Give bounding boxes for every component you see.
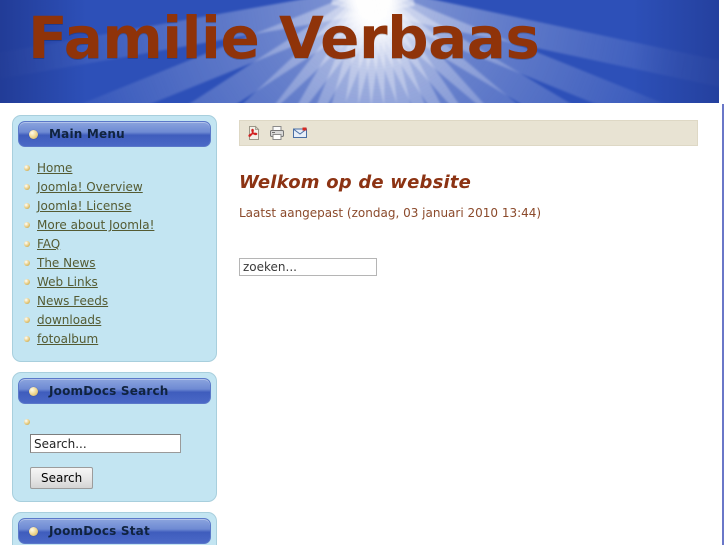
sidebar-item-joomla-license[interactable]: Joomla! License (37, 197, 131, 215)
bullet-icon (24, 317, 30, 323)
list-item[interactable]: Web Links (24, 273, 205, 291)
joomdocs-search-button[interactable]: Search (30, 467, 94, 489)
bullet-icon (24, 184, 30, 190)
bullet-icon (29, 526, 38, 536)
article-toolbar (239, 120, 698, 146)
sidebar: Main Menu Home Joomla! Overview Joomla! … (12, 115, 217, 545)
module-header-joomdocs-search: JoomDocs Search (18, 378, 211, 404)
site-banner: Familie Verbaas (0, 0, 719, 103)
bullet-icon (24, 203, 30, 209)
pdf-icon[interactable] (246, 125, 262, 141)
sidebar-item-home[interactable]: Home (37, 159, 72, 177)
module-joomdocs-stat: JoomDocs Stat (12, 512, 217, 545)
bullet-icon (24, 165, 30, 171)
module-joomdocs-search: JoomDocs Search Search (12, 372, 217, 502)
content-search-input[interactable] (239, 258, 377, 276)
list-item[interactable]: News Feeds (24, 292, 205, 310)
module-body-joomdocs-search: Search (18, 404, 211, 489)
list-item[interactable]: downloads (24, 311, 205, 329)
search-bullet-row (24, 414, 205, 428)
bullet-icon (29, 129, 38, 139)
list-item[interactable]: FAQ (24, 235, 205, 253)
sidebar-item-joomla-overview[interactable]: Joomla! Overview (37, 178, 143, 196)
sidebar-item-fotoalbum[interactable]: fotoalbum (37, 330, 98, 348)
article-last-modified: Laatst aangepast (zondag, 03 januari 201… (239, 206, 542, 220)
bullet-icon (24, 419, 30, 425)
joomdocs-search-input[interactable] (30, 434, 181, 453)
bullet-icon (24, 279, 30, 285)
bullet-icon (24, 298, 30, 304)
module-header-joomdocs-stat: JoomDocs Stat (18, 518, 211, 544)
main-content: Welkom op de website Laatst aangepast (z… (239, 120, 698, 276)
list-item[interactable]: Home (24, 159, 205, 177)
sidebar-item-the-news[interactable]: The News (37, 254, 96, 272)
print-icon[interactable] (269, 125, 285, 141)
bullet-icon (24, 222, 30, 228)
sidebar-item-news-feeds[interactable]: News Feeds (37, 292, 108, 310)
module-title: JoomDocs Stat (49, 524, 150, 538)
page-title: Welkom op de website (239, 172, 472, 193)
list-item[interactable]: fotoalbum (24, 330, 205, 348)
sidebar-item-web-links[interactable]: Web Links (37, 273, 98, 291)
module-title: Main Menu (49, 127, 125, 141)
article: Welkom op de website Laatst aangepast (z… (239, 172, 698, 276)
site-title: Familie Verbaas (28, 4, 540, 72)
bullet-icon (24, 336, 30, 342)
module-title: JoomDocs Search (49, 384, 169, 398)
bullet-icon (24, 260, 30, 266)
main-menu-list: Home Joomla! Overview Joomla! License Mo… (24, 159, 205, 348)
page-right-border (722, 104, 724, 545)
page-root: Familie Verbaas Main Menu Home Joomla! O… (0, 0, 727, 545)
list-item[interactable]: Joomla! License (24, 197, 205, 215)
bullet-icon (24, 241, 30, 247)
bullet-icon (29, 386, 38, 396)
sidebar-item-downloads[interactable]: downloads (37, 311, 101, 329)
email-icon[interactable] (292, 125, 308, 141)
sidebar-item-faq[interactable]: FAQ (37, 235, 60, 253)
list-item[interactable]: Joomla! Overview (24, 178, 205, 196)
list-item[interactable]: More about Joomla! (24, 216, 205, 234)
sidebar-item-more-about-joomla[interactable]: More about Joomla! (37, 216, 154, 234)
module-header-main-menu: Main Menu (18, 121, 211, 147)
module-main-menu: Main Menu Home Joomla! Overview Joomla! … (12, 115, 217, 362)
module-body-main-menu: Home Joomla! Overview Joomla! License Mo… (18, 147, 211, 348)
list-item[interactable]: The News (24, 254, 205, 272)
